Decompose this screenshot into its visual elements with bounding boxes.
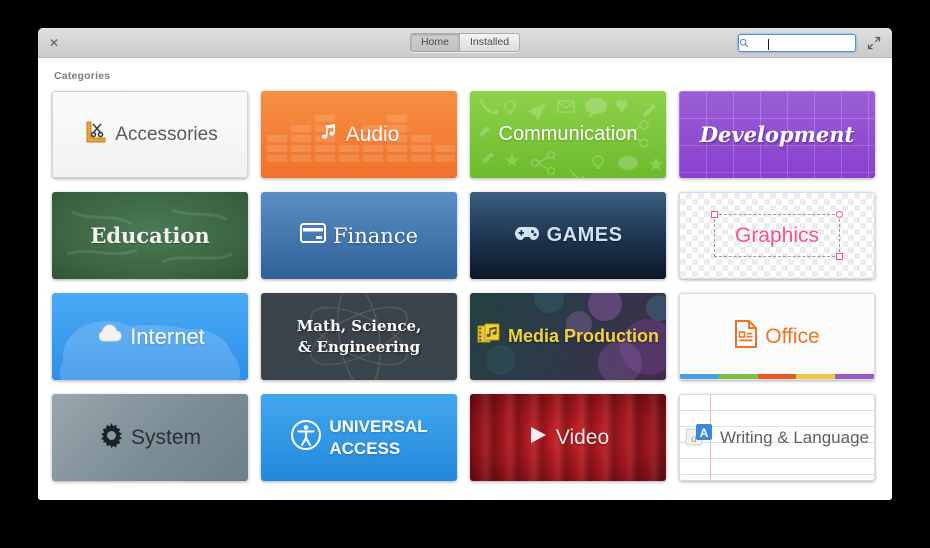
expand-arrows-icon[interactable] [866, 35, 882, 51]
category-tile-writing-language[interactable]: a A Writing & Language [679, 394, 875, 481]
category-tile-education[interactable]: Education [52, 192, 248, 279]
category-label: Finance [332, 223, 419, 248]
category-tile-system[interactable]: System [52, 394, 248, 481]
category-tile-games[interactable]: GAMES [470, 192, 666, 279]
category-label: Education [90, 223, 210, 248]
category-label: Audio [345, 122, 400, 146]
search-icon [739, 38, 749, 48]
ruler-scissors-icon [82, 119, 108, 150]
credit-card-icon [299, 223, 326, 248]
selection-handle-bottom-right[interactable] [836, 253, 843, 260]
close-icon[interactable]: ✕ [47, 36, 61, 50]
category-label: Office [765, 324, 820, 348]
selection-handle-top-left[interactable] [711, 211, 718, 218]
category-grid: Accessories Audio Communication Developm… [52, 91, 878, 481]
category-tile-finance[interactable]: Finance [261, 192, 457, 279]
category-tile-video[interactable]: Video [470, 394, 666, 481]
view-tab-group: Home Installed [409, 33, 521, 52]
category-tile-graphics[interactable]: Graphics [679, 192, 875, 279]
category-label: Communication [498, 123, 638, 145]
category-label: Accessories [115, 123, 218, 145]
category-tile-accessories[interactable]: Accessories [52, 91, 248, 178]
tab-home[interactable]: Home [410, 34, 459, 51]
category-label: Writing & Language [719, 427, 869, 447]
page-title: Categories [54, 70, 111, 82]
search-box[interactable] [738, 34, 881, 54]
category-label: System [130, 425, 201, 449]
content-area: Categories Accessories Audio Communicati… [38, 58, 892, 499]
category-label: UNIVERSAL ACCESS [329, 417, 428, 458]
svg-text:A: A [700, 426, 709, 440]
color-stripe [680, 374, 874, 379]
category-tile-development[interactable]: Development [679, 91, 875, 178]
category-label: Internet [130, 323, 205, 349]
document-icon [734, 320, 758, 353]
application-window: ✕ Home Installed Categories Accessories … [38, 28, 892, 500]
music-note-icon [319, 122, 339, 147]
text-caret [768, 39, 769, 50]
titlebar: ✕ Home Installed [38, 28, 892, 58]
film-music-icon [477, 322, 501, 351]
selection-handle-top-right[interactable] [836, 211, 843, 218]
play-icon [527, 424, 549, 451]
category-label: Video [555, 425, 610, 449]
cloud-icon [95, 324, 123, 349]
gamepad-icon [514, 224, 540, 247]
category-label: GAMES [546, 224, 623, 246]
category-label: Graphics [734, 223, 820, 247]
tab-installed[interactable]: Installed [458, 34, 520, 51]
category-tile-audio[interactable]: Audio [261, 91, 457, 178]
font-a-icon: a A [685, 422, 713, 453]
category-tile-communication[interactable]: Communication [470, 91, 666, 178]
category-tile-media-production[interactable]: Media Production [470, 293, 666, 380]
category-tile-internet[interactable]: Internet [52, 293, 248, 380]
category-label: Media Production [507, 326, 659, 346]
accessibility-icon [290, 419, 322, 456]
category-tile-office[interactable]: Office [679, 293, 875, 380]
category-tile-math-science-engineering[interactable]: Math, Science, & Engineering [261, 293, 457, 380]
category-tile-universal-access[interactable]: UNIVERSAL ACCESS [261, 394, 457, 481]
category-label: Development [699, 122, 855, 147]
category-label: Math, Science, & Engineering [296, 317, 422, 356]
gear-icon [99, 422, 124, 453]
